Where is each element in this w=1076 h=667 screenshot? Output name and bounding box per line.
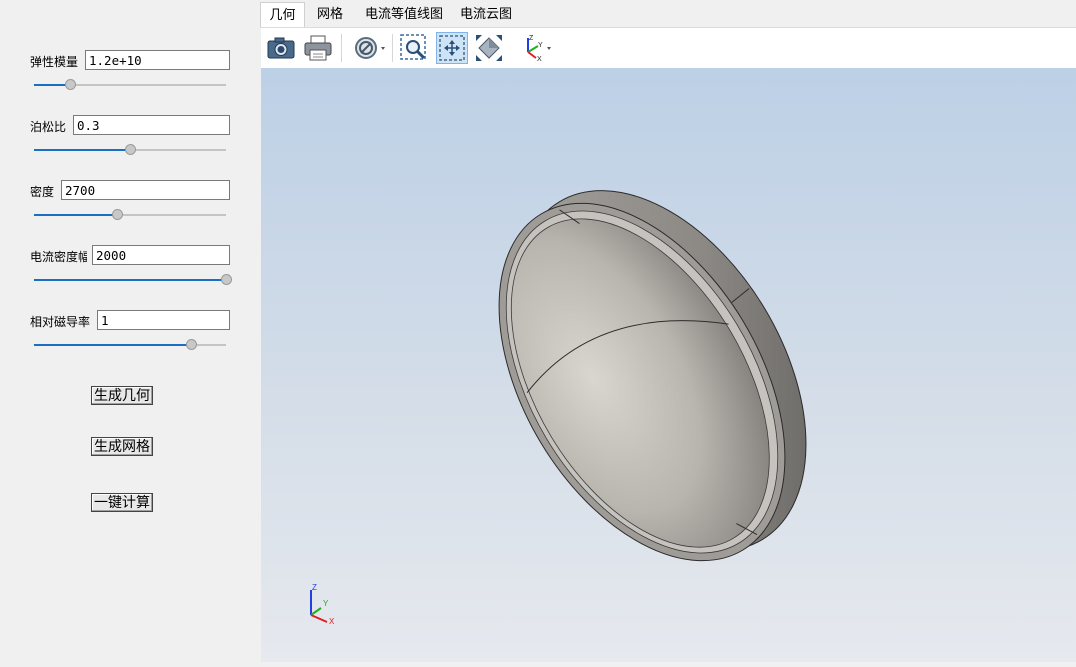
clip-plane-dropdown[interactable] [352,32,388,64]
parameter-panel: 弹性模量 泊松比 密度 电流密度幅 相对磁导率 生成几何 生成网格 一键计算 [0,0,258,667]
axis-z-label: Z [312,583,317,592]
print-button[interactable] [302,32,334,64]
density-slider[interactable] [34,209,226,221]
zoom-window-button[interactable] [398,32,430,64]
dish-model [498,190,807,562]
camera-icon [267,37,295,59]
density-label: 密度 [30,185,55,199]
slider-thumb[interactable] [111,209,123,220]
axis-triad: Z Y X [310,583,335,626]
axes-view-icon: Z Y X [527,35,551,63]
poisson-ratio-label: 泊松比 [30,120,67,134]
slider-thumb[interactable] [221,274,232,285]
status-strip [261,662,1076,667]
poisson-ratio-input[interactable] [73,115,230,135]
screenshot-button[interactable] [265,32,297,64]
view-tab-bar: 几何 网格 电流等值线图 电流云图 [260,0,1076,28]
pan-move-icon [439,35,465,61]
pan-button[interactable] [436,32,468,64]
generate-geometry-button[interactable]: 生成几何 [91,386,153,405]
poisson-ratio-slider[interactable] [34,144,226,156]
view-toolbar: Z Y X [261,28,1076,68]
tab-current-cloud[interactable]: 电流云图 [458,2,514,27]
density-input[interactable] [61,180,230,200]
elastic-modulus-input[interactable] [85,50,230,70]
axis-x-line [310,614,328,623]
tab-geometry[interactable]: 几何 [260,2,305,27]
tab-mesh[interactable]: 网格 [312,2,348,27]
slider-thumb[interactable] [65,79,77,90]
slider-thumb[interactable] [186,339,198,350]
compute-button[interactable]: 一键计算 [91,493,153,512]
printer-icon [304,35,332,61]
tab-current-contour[interactable]: 电流等值线图 [362,2,446,27]
generate-mesh-button[interactable]: 生成网格 [91,437,153,456]
relative-permeability-input[interactable] [97,310,230,330]
toolbar-separator [392,34,393,62]
svg-text:Z: Z [529,35,534,42]
clip-plane-icon [355,37,385,59]
current-density-input[interactable] [92,245,230,265]
fit-all-icon [476,35,502,61]
3d-viewport[interactable]: Z Y X [261,68,1076,662]
current-density-label: 电流密度幅 [30,250,87,264]
current-density-slider[interactable] [34,274,232,286]
view-orientation-dropdown[interactable]: Z Y X [518,32,554,64]
svg-text:Y: Y [538,42,543,49]
relative-permeability-slider[interactable] [34,339,226,351]
axis-y-line [310,607,322,616]
axis-x-label: X [329,617,335,626]
elastic-modulus-label: 弹性模量 [30,55,79,69]
axis-y-label: Y [323,599,329,608]
slider-thumb[interactable] [125,144,136,155]
svg-text:X: X [537,56,542,63]
relative-permeability-label: 相对磁导率 [30,315,91,329]
zoom-box-icon [400,34,426,60]
fit-all-button[interactable] [473,32,505,64]
toolbar-separator [341,34,342,62]
elastic-modulus-slider[interactable] [34,79,226,91]
